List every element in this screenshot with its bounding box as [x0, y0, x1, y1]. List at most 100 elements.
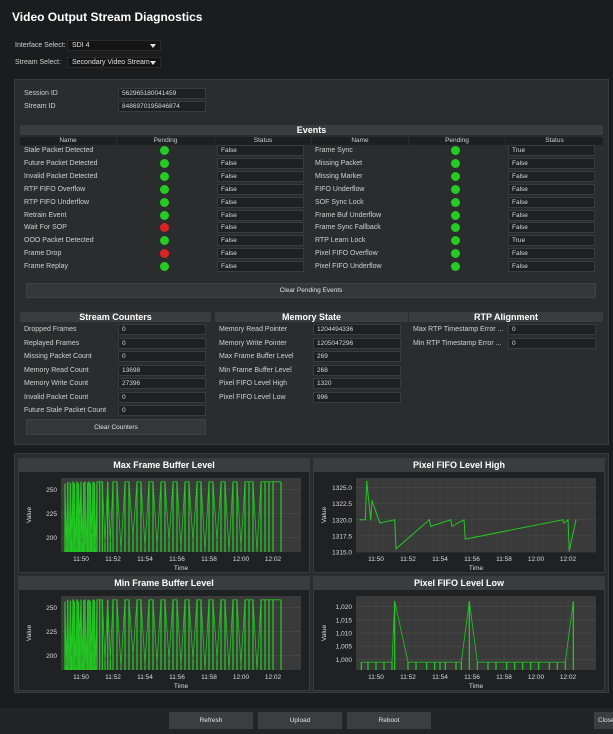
x-tick-label: 12:02 [265, 556, 282, 563]
event-status: False [217, 196, 304, 208]
pending-ok-indicator [160, 158, 169, 168]
events-col-name-2: Name [312, 137, 408, 145]
counter-value: 0 [118, 324, 206, 335]
x-tick-label: 11:50 [368, 674, 384, 681]
interface-select-label: Interface Select: [15, 42, 66, 49]
y-tick-label: 1,020 [336, 604, 353, 611]
event-status: False [508, 183, 595, 195]
event-name: Wait For SOP [24, 224, 67, 232]
session-id-label: Session ID [24, 90, 58, 97]
y-axis-label: Value [321, 625, 328, 642]
memory-state-header: Memory State [215, 312, 408, 322]
y-tick-label: 250 [46, 487, 57, 494]
event-name: Pixel FIFO Underflow [315, 263, 382, 271]
x-tick-label: 12:00 [233, 674, 250, 681]
event-status: False [508, 170, 595, 182]
y-tick-label: 200 [46, 653, 57, 660]
event-name: FIFO Underflow [315, 185, 365, 193]
counter-value: 27396 [118, 378, 206, 389]
counter-label: Memory Write Count [24, 380, 89, 387]
event-name: RTP Learn Lock [315, 237, 366, 245]
data-point [463, 519, 465, 521]
pending-ok-indicator [451, 184, 460, 194]
refresh-button[interactable]: Refresh [169, 712, 253, 729]
x-tick-label: 11:50 [368, 556, 384, 563]
memory-label: Pixel FIFO Level High [219, 380, 288, 387]
clear-counters-button[interactable]: Clear Counters [26, 419, 206, 435]
memory-value: 1205047296 [313, 337, 401, 349]
upload-button[interactable]: Upload [258, 712, 342, 729]
data-point [575, 519, 577, 521]
data-point [450, 519, 452, 521]
counter-label: Dropped Frames [24, 326, 77, 333]
x-tick-label: 11:52 [400, 556, 416, 563]
pending-ok-indicator [160, 184, 169, 194]
y-tick-label: 1,015 [336, 617, 353, 624]
x-axis-label: Time [174, 565, 189, 572]
rtp-alignment-header: RTP Alignment [409, 312, 603, 322]
event-name: Frame Sync Fallback [315, 224, 381, 232]
data-point [371, 499, 373, 502]
y-tick-label: 1325.0 [332, 485, 352, 492]
memory-value: 996 [313, 391, 401, 403]
chart-title: Pixel FIFO Level High [314, 459, 604, 472]
event-status: False [217, 222, 304, 234]
y-tick-label: 1,005 [336, 644, 353, 651]
counter-value: 0 [118, 351, 206, 362]
clear-pending-events-button[interactable]: Clear Pending Events [26, 283, 596, 298]
counter-label: Future Stale Packet Count [24, 407, 107, 414]
rtp-label: Min RTP Timestamp Error ... [413, 339, 502, 347]
x-tick-label: 11:56 [464, 674, 480, 681]
x-tick-label: 11:52 [400, 674, 416, 681]
stream-select[interactable]: Secondary Video Stream [67, 57, 161, 68]
event-status: False [217, 183, 304, 195]
y-tick-label: 1320.0 [332, 517, 352, 524]
event-name: Frame Replay [24, 263, 68, 271]
x-axis-label: Time [469, 683, 484, 690]
x-tick-label: 11:58 [496, 556, 512, 563]
counter-label: Replayed Frames [24, 339, 80, 347]
memory-label: Memory Write Pointer [219, 339, 287, 347]
events-col-status-2: Status [506, 137, 603, 145]
close-button[interactable]: Close [594, 712, 613, 729]
y-tick-label: 1315.0 [332, 550, 352, 557]
window-title: Video Output Stream Diagnostics [12, 10, 203, 24]
data-point [395, 548, 397, 550]
x-tick-label: 11:56 [464, 556, 480, 563]
stream-select-value: Secondary Video Stream [72, 59, 150, 66]
data-point [568, 550, 570, 552]
pending-ok-indicator [451, 171, 460, 181]
counter-label: Invalid Packet Count [24, 393, 89, 401]
x-tick-label: 11:58 [201, 674, 217, 681]
stream-counters-header: Stream Counters [20, 312, 211, 322]
x-tick-label: 12:02 [560, 674, 577, 681]
counter-value: 0 [118, 337, 206, 349]
x-tick-label: 12:00 [233, 556, 250, 563]
event-name: Missing Marker [315, 172, 363, 180]
chart-title: Pixel FIFO Level Low [314, 577, 604, 590]
x-tick-label: 11:56 [169, 556, 185, 563]
x-tick-label: 11:52 [105, 674, 121, 681]
x-axis-label: Time [469, 565, 484, 572]
pending-ok-indicator [451, 158, 460, 168]
data-point [359, 519, 361, 521]
x-tick-label: 12:02 [265, 674, 282, 681]
data-point [562, 519, 564, 521]
pending-ok-indicator [160, 171, 169, 181]
pending-ok-indicator [160, 197, 169, 207]
rtp-value: 0 [508, 337, 596, 349]
data-point [394, 519, 396, 521]
interface-select[interactable]: SDI 4 [67, 40, 161, 51]
data-point [451, 525, 453, 527]
y-tick-label: 250 [46, 605, 57, 612]
data-point [567, 519, 569, 521]
data-point [563, 522, 565, 524]
x-tick-label: 11:56 [169, 674, 185, 681]
y-tick-label: 1,010 [336, 631, 353, 638]
reboot-button[interactable]: Reboot [347, 712, 431, 729]
event-name: Frame Drop [24, 250, 62, 258]
pending-ok-indicator [451, 210, 460, 220]
event-name: RTP FIFO Underflow [24, 198, 90, 206]
max-frame-buffer-chart: Max Frame Buffer Level 250 225 200 11:50 11:… [18, 458, 310, 573]
counter-value: 0 [118, 405, 206, 416]
